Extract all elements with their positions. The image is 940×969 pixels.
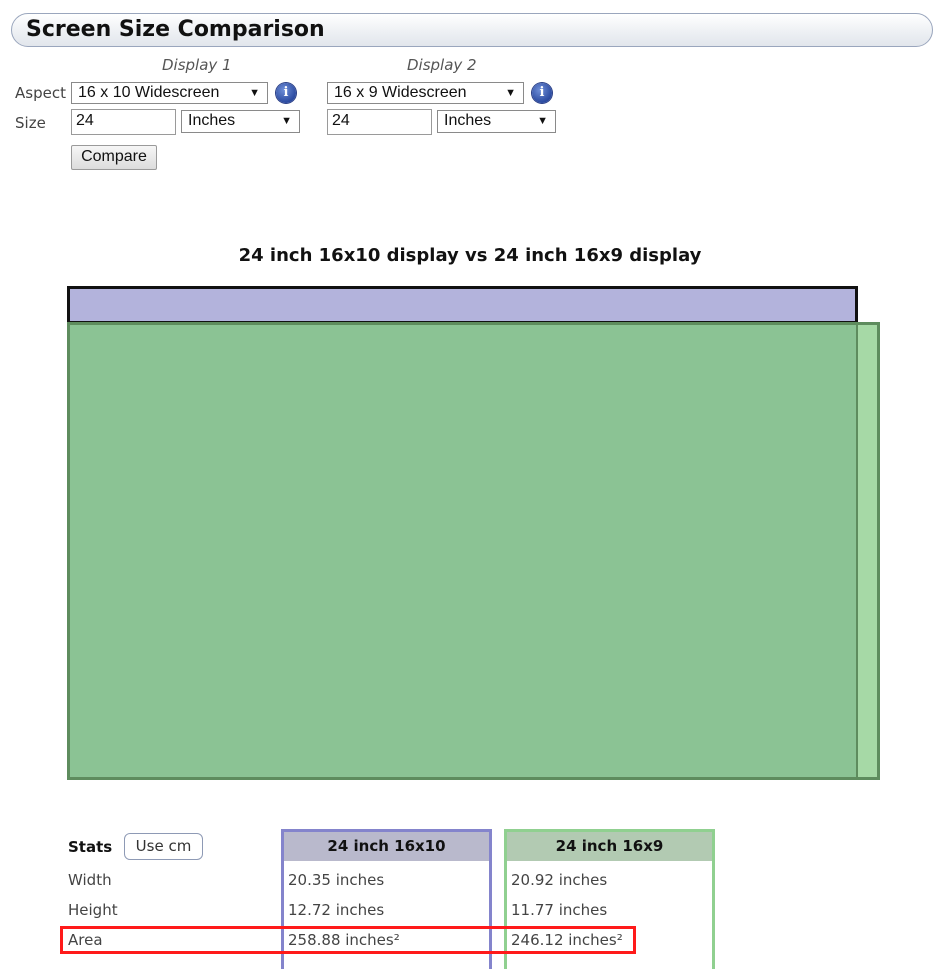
display1-width: 20.35 inches	[288, 871, 385, 889]
display2-size-input[interactable]: 24	[327, 109, 432, 135]
comparison-title: 24 inch 16x10 display vs 24 inch 16x9 di…	[238, 245, 702, 266]
display2-unit-select[interactable]: Inches ▼	[437, 110, 556, 133]
size-label: Size	[15, 114, 46, 132]
display1-unit-select[interactable]: Inches ▼	[181, 110, 300, 133]
height-row-label: Height	[68, 901, 118, 919]
chevron-down-icon: ▼	[537, 115, 548, 127]
chevron-down-icon: ▼	[505, 87, 516, 99]
area-highlight-box	[60, 926, 636, 954]
display1-heading: Display 1	[162, 56, 232, 74]
overlap-region	[70, 325, 858, 777]
display2-width: 20.92 inches	[511, 871, 608, 889]
display1-aspect-value: 16 x 10 Widescreen	[78, 84, 220, 101]
chevron-down-icon: ▼	[249, 87, 260, 99]
display1-size-input[interactable]: 24	[71, 109, 176, 135]
display1-unit-value: Inches	[188, 112, 236, 129]
display2-unit-value: Inches	[444, 112, 492, 129]
display2-aspect-select[interactable]: 16 x 9 Widescreen ▼	[327, 82, 524, 104]
info-glyph: i	[539, 85, 545, 100]
display1-rectangle	[67, 286, 858, 324]
info-glyph: i	[283, 85, 289, 100]
chevron-down-icon: ▼	[281, 115, 292, 127]
display2-height: 11.77 inches	[511, 901, 608, 919]
aspect-label: Aspect	[15, 84, 66, 102]
compare-button[interactable]: Compare	[71, 145, 157, 170]
display2-stats-header: 24 inch 16x9	[507, 832, 712, 861]
display2-heading: Display 2	[407, 56, 477, 74]
display1-height: 12.72 inches	[288, 901, 385, 919]
display1-stats-header: 24 inch 16x10	[284, 832, 489, 861]
use-cm-button[interactable]: Use cm	[124, 833, 203, 860]
stats-label: Stats	[68, 838, 113, 856]
width-row-label: Width	[68, 871, 112, 889]
info-icon[interactable]: i	[276, 83, 296, 103]
display2-aspect-value: 16 x 9 Widescreen	[334, 84, 467, 101]
info-icon[interactable]: i	[532, 83, 552, 103]
display1-aspect-select[interactable]: 16 x 10 Widescreen ▼	[71, 82, 268, 104]
page-title: Screen Size Comparison	[26, 17, 325, 42]
